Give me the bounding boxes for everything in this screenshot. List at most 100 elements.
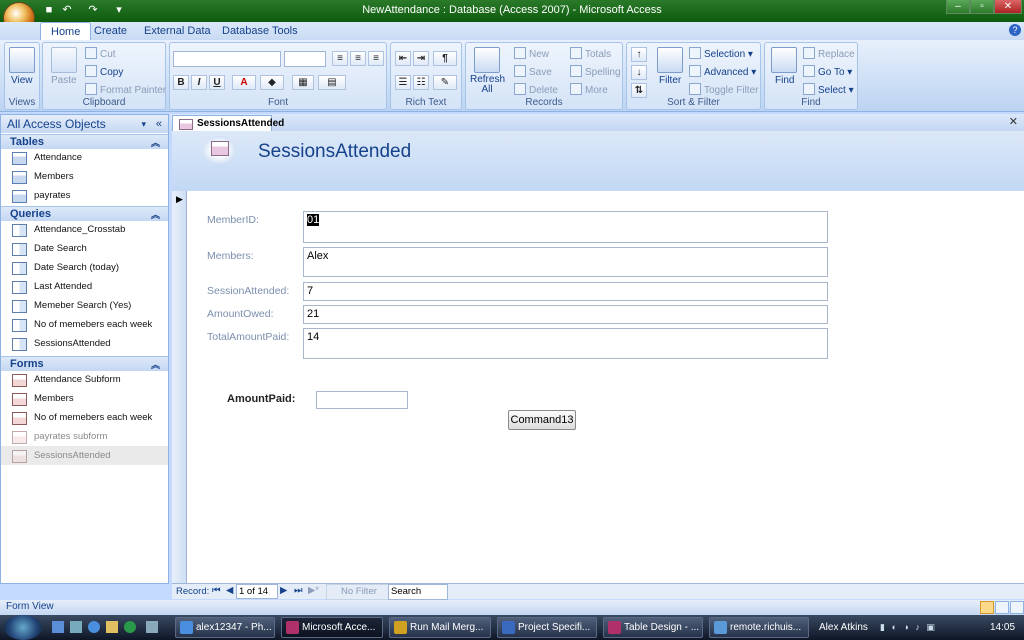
view-button[interactable]: View [11,75,33,86]
refresh-all-button[interactable]: Refresh All [470,75,505,95]
find-button[interactable]: Find [775,75,794,86]
select-button[interactable]: Select ▾ [803,83,854,96]
command13-button[interactable]: Command13 [508,410,576,430]
minimize-button[interactable]: – [946,0,970,14]
nav-item-attendance-crosstab[interactable]: Attendance_Crosstab [1,220,168,239]
layout-view-icon[interactable] [995,601,1009,614]
align-center-icon[interactable]: ≡ [350,51,366,66]
nav-item-sessionsattended-query[interactable]: SessionsAttended [1,334,168,353]
nav-item-attendance-table[interactable]: Attendance [1,148,168,167]
nav-section-forms[interactable]: Forms ︽ [1,356,168,371]
totalamountpaid-field[interactable]: 14 [303,328,828,359]
format-painter-button[interactable]: Format Painter [85,83,166,96]
show-desktop-icon[interactable] [52,621,64,633]
design-view-icon[interactable] [1010,601,1024,614]
clock[interactable]: 14:05 [990,622,1015,633]
customize-qat-icon[interactable]: ▾ [112,3,126,18]
toggle-filter-button[interactable]: Toggle Filter [689,83,758,96]
fill-color-icon[interactable]: ◆ [260,75,284,90]
font-name-combo[interactable] [173,51,281,67]
go-to-button[interactable]: Go To ▾ [803,65,852,78]
tab-create[interactable]: Create [84,22,137,40]
numbering-icon[interactable]: ☷ [413,75,429,90]
members-field[interactable]: Alex [303,247,828,277]
font-size-combo[interactable] [284,51,326,67]
taskbar-item-access[interactable]: Microsoft Acce... [281,617,383,638]
bullets-icon[interactable]: ☰ [395,75,411,90]
amountowed-field[interactable]: 21 [303,305,828,324]
undo-icon[interactable]: ↶ [60,3,74,18]
clear-sort-icon[interactable]: ⇅ [631,83,647,98]
sort-ascending-icon[interactable]: ↑ [631,47,647,62]
next-record-icon[interactable]: ▶ [280,585,287,596]
filter-button[interactable]: Filter [659,75,681,86]
internet-explorer-icon[interactable] [88,621,100,633]
tab-external-data[interactable]: External Data [134,22,221,40]
nav-item-memeber-search[interactable]: Memeber Search (Yes) [1,296,168,315]
nav-menu-dropdown-icon[interactable]: ▾ [141,115,146,133]
nav-item-date-search-today[interactable]: Date Search (today) [1,258,168,277]
taskbar-item-project-spec[interactable]: Project Specifi... [497,617,597,638]
taskbar-item-browser[interactable]: alex12347 - Ph... [175,617,275,638]
nav-section-tables[interactable]: Tables ︽ [1,134,168,149]
taskbar-item-table-design[interactable]: Table Design - ... [603,617,703,638]
quick-launch-more-icon[interactable] [146,621,158,633]
nav-item-no-of-memebers-form[interactable]: No of memebers each week [1,408,168,427]
nav-item-payrates-subform[interactable]: payrates subform [1,427,168,446]
decrease-indent-icon[interactable]: ⇤ [395,51,411,66]
nav-item-payrates-table[interactable]: payrates [1,186,168,205]
italic-icon[interactable]: I [191,75,207,90]
increase-indent-icon[interactable]: ⇥ [413,51,429,66]
bold-icon[interactable]: B [173,75,189,90]
quick-launch-icon[interactable] [106,621,118,633]
sort-descending-icon[interactable]: ↓ [631,65,647,80]
nav-item-members-table[interactable]: Members [1,167,168,186]
record-selector[interactable]: ▶ [172,191,187,583]
nav-pane-header[interactable]: All Access Objects ▾ « [1,115,168,133]
more-button[interactable]: More [570,83,608,96]
previous-record-icon[interactable]: ◀ [226,585,233,596]
nav-item-no-of-memebers-query[interactable]: No of memebers each week [1,315,168,334]
tab-database-tools[interactable]: Database Tools [212,22,308,40]
selection-button[interactable]: Selection ▾ [689,47,753,60]
paste-button[interactable]: Paste [51,75,77,86]
nav-section-queries[interactable]: Queries ︽ [1,206,168,221]
switch-windows-icon[interactable] [70,621,82,633]
paragraph-icon[interactable]: ¶ [433,51,457,66]
sessionattended-field[interactable]: 7 [303,282,828,301]
nav-item-sessionsattended-form[interactable]: SessionsAttended [1,446,168,465]
new-blank-record-icon[interactable]: ▶* [308,585,319,596]
memberid-field[interactable]: 01 [303,211,828,243]
alternate-fill-icon[interactable]: ▤ [318,75,346,90]
close-button[interactable]: ✕ [994,0,1022,14]
shutter-bar-close-icon[interactable]: « [156,115,162,133]
start-button[interactable] [4,615,42,640]
save-icon[interactable]: ■ [42,3,56,18]
save-record-button[interactable]: Save [514,65,552,78]
new-record-button[interactable]: New [514,47,549,60]
close-document-icon[interactable]: ✕ [1009,115,1018,128]
system-tray-icons[interactable]: ▮ ◐ ◑ ♪ ▣ [880,622,970,634]
document-tab-sessionsattended[interactable]: SessionsAttended [172,115,284,131]
first-record-icon[interactable]: ⏮ [212,585,221,596]
align-left-icon[interactable]: ≡ [332,51,348,66]
taskbar-item-remote[interactable]: remote.richuis... [709,617,809,638]
taskbar-item-mail-merge[interactable]: Run Mail Merg... [389,617,491,638]
font-color-icon[interactable]: A [232,75,256,90]
maximize-button[interactable]: ▫ [970,0,994,14]
search-box[interactable]: Search [388,584,448,600]
media-player-icon[interactable] [124,621,136,633]
delete-record-button[interactable]: Delete [514,83,558,96]
gridlines-icon[interactable]: ▦ [292,75,314,90]
replace-button[interactable]: Replace [803,47,855,60]
totals-button[interactable]: Totals [570,47,611,60]
cut-button[interactable]: Cut [85,47,116,60]
highlight-icon[interactable]: ✎ [433,75,457,90]
current-record-box[interactable]: 1 of 14 [236,584,278,599]
help-icon[interactable]: ? [1009,24,1021,36]
underline-icon[interactable]: U [209,75,225,90]
nav-item-last-attended[interactable]: Last Attended [1,277,168,296]
redo-icon[interactable]: ↷ [86,3,100,18]
user-name[interactable]: Alex Atkins [819,622,868,633]
last-record-icon[interactable]: ⏭ [294,585,303,596]
